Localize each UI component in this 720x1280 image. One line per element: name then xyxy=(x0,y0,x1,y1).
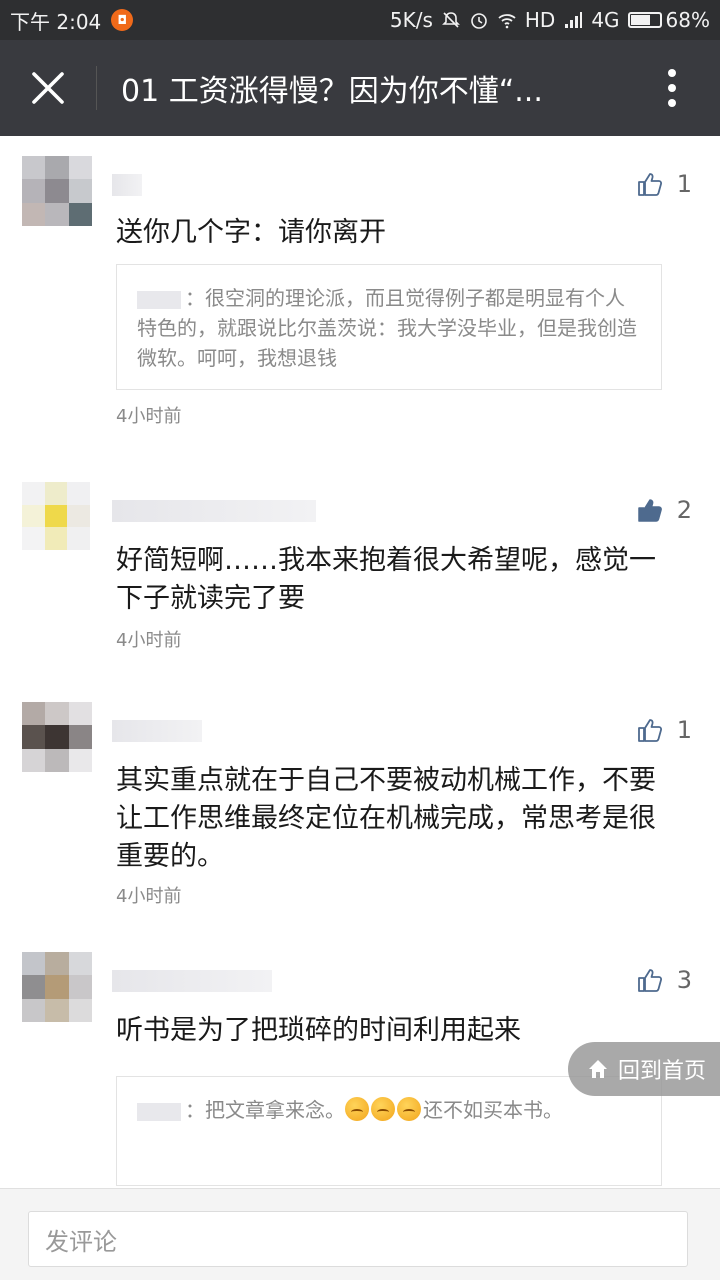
status-bar: 下午 2:04 ◘ 5K/s HD 4G 68% xyxy=(0,0,720,40)
like-count: 2 xyxy=(676,496,692,524)
reply-text: ：很空洞的理论派，而且觉得例子都是明显有个人特色的，就跟说比尔盖茨说：我大学没毕… xyxy=(137,286,637,370)
nickname xyxy=(112,500,316,522)
thumbs-up-filled-icon xyxy=(637,499,662,522)
title-bar: 01 工资涨得慢？因为你不懂“... xyxy=(0,40,720,136)
avatar[interactable] xyxy=(22,952,92,1022)
battery: 68% xyxy=(627,8,710,32)
battery-level xyxy=(630,15,650,25)
like-button[interactable]: 3 xyxy=(637,966,692,994)
comment-input[interactable]: 发评论 xyxy=(28,1211,688,1267)
signal-icon xyxy=(565,12,583,28)
thumbs-up-icon xyxy=(637,719,662,742)
battery-percent: 68% xyxy=(665,8,710,32)
avatar[interactable] xyxy=(22,482,90,550)
hd-indicator: HD xyxy=(524,8,556,32)
like-button[interactable]: 1 xyxy=(637,716,692,744)
like-button[interactable]: 2 xyxy=(637,496,692,524)
comment-list[interactable]: 1 送你几个字：请你离开 ：很空洞的理论派，而且觉得例子都是明显有个人特色的，就… xyxy=(0,136,720,1188)
comment-bar: 发评论 xyxy=(0,1188,720,1280)
close-icon xyxy=(32,72,64,104)
reply-box: ：很空洞的理论派，而且觉得例子都是明显有个人特色的，就跟说比尔盖茨说：我大学没毕… xyxy=(116,264,662,390)
reply-author xyxy=(137,290,181,309)
nickname xyxy=(112,970,272,992)
like-count: 3 xyxy=(676,966,692,994)
comment-time: 4小时前 xyxy=(116,406,182,427)
comment-text: 其实重点就在于自己不要被动机械工作，不要让工作思维最终定位在机械完成，常思考是很… xyxy=(116,765,656,872)
disappointed-emoji-icon xyxy=(345,1097,369,1121)
wifi-icon xyxy=(498,14,516,29)
comment-text: 送你几个字：请你离开 xyxy=(116,217,386,248)
network-speed: 5K/s xyxy=(389,8,433,32)
nickname xyxy=(112,174,142,196)
reply-text: ：把文章拿来念。 xyxy=(185,1098,345,1122)
battery-icon xyxy=(627,12,662,28)
page-title: 01 工资涨得慢？因为你不懂“... xyxy=(121,74,543,109)
thumbs-up-icon xyxy=(637,969,662,992)
like-button[interactable]: 1 xyxy=(637,170,692,198)
comment-item: 1 送你几个字：请你离开 ：很空洞的理论派，而且觉得例子都是明显有个人特色的，就… xyxy=(0,156,720,456)
mute-bell-icon xyxy=(441,12,460,28)
comment-time: 4小时前 xyxy=(116,630,182,651)
thumbs-up-icon xyxy=(637,173,662,196)
reply-text-end: 还不如买本书。 xyxy=(423,1098,563,1122)
comment-text: 好简短啊……我本来抱着很大希望呢，感觉一下子就读完了要 xyxy=(116,545,656,614)
avatar[interactable] xyxy=(22,156,92,226)
comment-item: 1 其实重点就在于自己不要被动机械工作，不要让工作思维最终定位在机械完成，常思考… xyxy=(0,702,720,922)
more-vertical-icon xyxy=(668,69,676,107)
status-icons: 5K/s HD 4G 68% xyxy=(390,8,710,32)
network-type: 4G xyxy=(591,8,620,32)
like-count: 1 xyxy=(676,170,692,198)
comment-time: 4小时前 xyxy=(116,886,182,907)
close-button[interactable] xyxy=(0,40,96,136)
back-to-home-button[interactable]: 回到首页 xyxy=(568,1042,720,1096)
comment-item: 2 好简短啊……我本来抱着很大希望呢，感觉一下子就读完了要 4小时前 xyxy=(0,482,720,672)
back-to-home-label: 回到首页 xyxy=(618,1059,707,1084)
reply-author xyxy=(137,1102,181,1121)
more-button[interactable] xyxy=(624,40,720,136)
clock: 下午 2:04 xyxy=(10,9,102,34)
reply-box: ：把文章拿来念。 还不如买本书。 xyxy=(116,1076,662,1186)
app-notification-icon: ◘ xyxy=(111,9,134,31)
disappointed-emoji-icon xyxy=(371,1097,395,1121)
like-count: 1 xyxy=(676,716,692,744)
disappointed-emoji-icon xyxy=(397,1097,421,1121)
alarm-icon xyxy=(471,13,487,29)
avatar[interactable] xyxy=(22,702,92,772)
home-icon xyxy=(589,1060,607,1078)
nickname xyxy=(112,720,202,742)
